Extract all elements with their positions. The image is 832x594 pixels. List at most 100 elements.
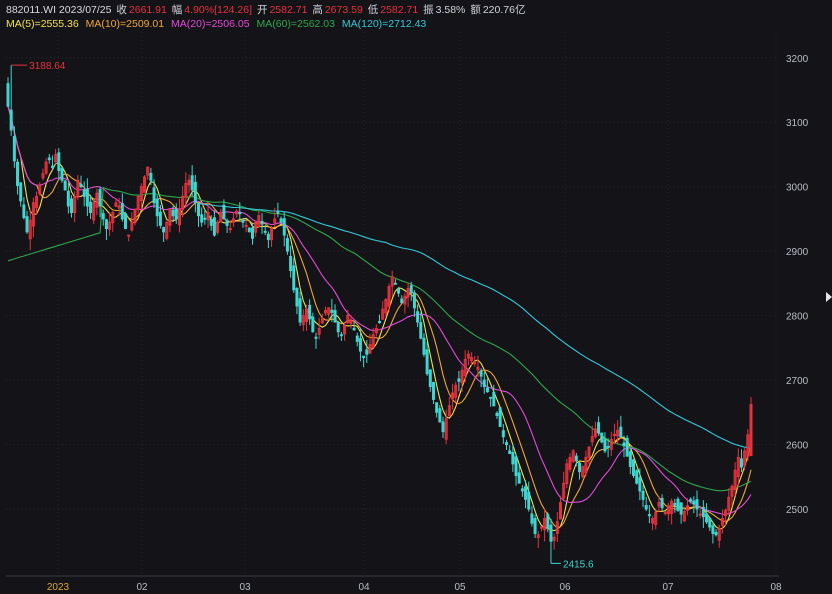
y-tick-label: 2800 xyxy=(786,312,809,323)
candle-body xyxy=(279,218,283,223)
candle-body xyxy=(89,201,93,213)
candle-body xyxy=(514,456,518,476)
candle-body xyxy=(276,211,280,214)
candle-body xyxy=(209,218,213,226)
candle-body xyxy=(362,355,366,358)
candle-body xyxy=(120,203,124,220)
amplitude-value: 3.58% xyxy=(435,4,466,16)
high-value: 2673.59 xyxy=(324,4,363,16)
candle-body xyxy=(295,287,299,307)
candle-body xyxy=(603,439,607,452)
ma5-legend: MA(5)=2555.36 xyxy=(6,18,79,30)
amplitude-label: 振 xyxy=(423,4,434,16)
candle-body xyxy=(578,462,582,473)
candle-body xyxy=(314,336,318,339)
y-tick-label: 3100 xyxy=(786,118,809,129)
x-tick-label: 2023 xyxy=(47,582,70,593)
y-tick-label: 3000 xyxy=(786,183,809,194)
x-tick-label: 05 xyxy=(454,582,466,593)
x-tick-label: 04 xyxy=(358,582,370,593)
candle-body xyxy=(695,499,699,510)
candle-body xyxy=(644,505,648,510)
candle-body xyxy=(70,198,74,213)
candle-body xyxy=(638,477,642,492)
candle-body xyxy=(428,369,432,388)
candle-body xyxy=(193,181,197,204)
candle-body xyxy=(419,322,423,339)
close-label: 收 xyxy=(116,4,127,16)
x-tick-label: 08 xyxy=(770,582,782,593)
candle-body xyxy=(174,208,178,220)
candle-body xyxy=(25,216,29,233)
candle-body xyxy=(378,321,381,324)
x-tick-label: 07 xyxy=(662,582,674,593)
candle-body xyxy=(530,513,534,524)
candle-body xyxy=(358,338,362,352)
candle-body xyxy=(679,502,683,515)
candle-body xyxy=(647,514,651,517)
candle-body xyxy=(104,219,108,230)
candle-body xyxy=(66,190,70,207)
candle-body xyxy=(19,182,23,202)
code-date: 882011.WI 2023/07/25 xyxy=(6,4,112,16)
candle-body xyxy=(101,213,105,220)
candle-body xyxy=(505,442,509,446)
candle-body xyxy=(365,349,369,355)
candle-body xyxy=(425,349,429,375)
candle-body xyxy=(597,422,601,434)
candle-body xyxy=(520,488,524,492)
candle-body xyxy=(330,309,334,313)
candle-body xyxy=(352,327,356,331)
candle-body xyxy=(489,396,493,399)
candle-body xyxy=(549,524,553,542)
candle-body xyxy=(282,218,286,236)
candle-body xyxy=(705,513,709,523)
candle-body xyxy=(600,432,604,443)
candle-body xyxy=(190,175,194,191)
candle-body xyxy=(495,412,499,417)
candle-body xyxy=(628,451,632,467)
candle-body xyxy=(416,311,420,323)
y-tick-label: 3200 xyxy=(786,54,809,65)
y-tick-label: 2900 xyxy=(786,247,809,258)
candle-body xyxy=(212,217,216,236)
candle-body xyxy=(441,421,445,433)
candle-body xyxy=(162,227,166,233)
candle-body xyxy=(308,304,312,320)
candle-body xyxy=(244,224,248,227)
candle-body xyxy=(397,288,401,294)
y-tick-label: 2600 xyxy=(786,441,809,452)
candle-body xyxy=(292,265,296,291)
ma10-legend: MA(10)=2509.01 xyxy=(85,18,165,30)
candle-body xyxy=(498,407,502,427)
candle-body xyxy=(200,214,204,223)
open-label: 开 xyxy=(256,4,268,16)
candle-body xyxy=(438,408,442,423)
candle-body xyxy=(632,459,636,476)
candle-body xyxy=(197,203,201,217)
candle-body xyxy=(98,188,102,207)
candle-body xyxy=(333,310,337,323)
x-tick-label: 06 xyxy=(559,582,571,593)
expand-panel-arrow-icon[interactable] xyxy=(826,292,832,302)
candle-body xyxy=(57,152,61,172)
amount-value: 220.76亿 xyxy=(482,4,526,16)
candle-body xyxy=(622,442,626,447)
open-value: 2582.71 xyxy=(269,4,308,16)
candle-body xyxy=(711,525,715,534)
y-tick-label: 2700 xyxy=(786,376,809,387)
candle-body xyxy=(171,209,175,217)
candle-body xyxy=(701,506,705,518)
candle-body xyxy=(692,500,696,505)
candle-body xyxy=(12,135,16,162)
ma60-legend: MA(60)=2562.03 xyxy=(256,18,335,30)
high-label: 高 xyxy=(312,4,323,16)
candle-body xyxy=(660,497,664,509)
candle-body xyxy=(625,437,629,457)
candle-body xyxy=(289,255,293,271)
candle-body xyxy=(619,426,623,438)
candle-body xyxy=(501,430,505,438)
candle-body xyxy=(533,518,537,534)
candle-body xyxy=(155,198,159,217)
candle-body xyxy=(482,379,486,388)
